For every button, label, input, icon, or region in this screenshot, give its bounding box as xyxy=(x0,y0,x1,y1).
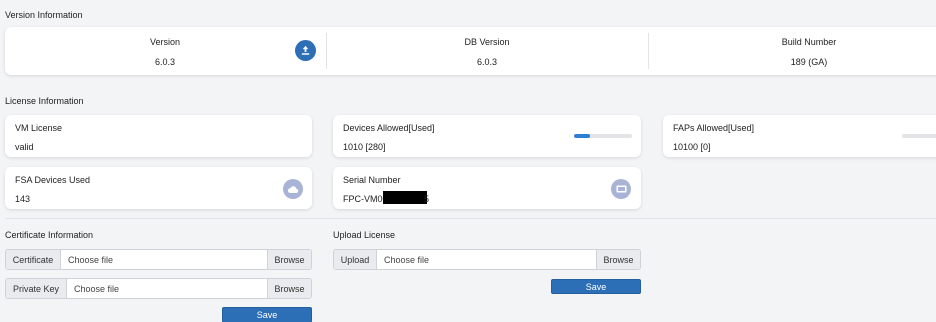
vm-license-value: valid xyxy=(15,142,34,152)
fsa-devices-card: FSA Devices Used 143 xyxy=(5,167,312,209)
build-number-label: Build Number xyxy=(781,37,837,47)
version-section-title: Version Information xyxy=(5,10,83,20)
upload-icon[interactable] xyxy=(295,40,316,61)
section-divider xyxy=(5,218,936,219)
license-save-button[interactable]: Save xyxy=(551,279,641,294)
devices-progress-fill xyxy=(574,134,591,138)
version-label: Version xyxy=(149,37,181,47)
version-value: 6.0.3 xyxy=(154,57,176,67)
upload-license-section-title: Upload License xyxy=(333,230,396,240)
private-key-browse-button[interactable]: Browse xyxy=(267,279,311,298)
certificate-file-input[interactable]: Certificate Choose file Browse xyxy=(5,249,312,270)
fsa-devices-label: FSA Devices Used xyxy=(15,175,91,185)
vm-license-card: VM License valid xyxy=(5,115,312,157)
certificate-section-title: Certificate Information xyxy=(5,230,94,240)
serial-number-suffix: 5 xyxy=(424,194,430,204)
devices-allowed-card: Devices Allowed[Used] 1010 [280] xyxy=(333,115,641,157)
devices-allowed-value: 1010 [280] xyxy=(343,142,386,152)
faps-progress-bar xyxy=(902,134,936,138)
faps-allowed-value: 10100 [0] xyxy=(673,142,711,152)
certificate-addon: Certificate xyxy=(6,250,61,269)
private-key-addon: Private Key xyxy=(6,279,67,298)
fsa-devices-value: 143 xyxy=(15,194,31,204)
db-version-value: 6.0.3 xyxy=(476,57,498,67)
device-icon[interactable] xyxy=(611,179,631,199)
devices-progress-bar xyxy=(574,134,632,138)
devices-allowed-label: Devices Allowed[Used] xyxy=(343,123,435,133)
upload-addon: Upload xyxy=(334,250,377,269)
license-browse-button[interactable]: Browse xyxy=(596,250,640,269)
license-file-text[interactable]: Choose file xyxy=(377,250,596,269)
serial-number-prefix: FPC-VM00 xyxy=(343,194,388,204)
serial-number-label: Serial Number xyxy=(343,175,401,185)
faps-allowed-card: FAPs Allowed[Used] 10100 [0] xyxy=(663,115,936,157)
serial-number-card: Serial Number FPC-VM00 5 xyxy=(333,167,641,209)
license-file-input[interactable]: Upload Choose file Browse xyxy=(333,249,641,270)
certificate-save-button[interactable]: Save xyxy=(222,307,312,322)
cloud-icon[interactable] xyxy=(283,179,303,199)
certificate-browse-button[interactable]: Browse xyxy=(267,250,311,269)
license-section-title: License Information xyxy=(5,96,84,106)
db-version-label: DB Version xyxy=(464,37,510,47)
faps-allowed-label: FAPs Allowed[Used] xyxy=(673,123,755,133)
vm-license-label: VM License xyxy=(15,123,63,133)
serial-redaction xyxy=(383,191,427,204)
version-card: Version 6.0.3 DB Version 6.0.3 Build Num… xyxy=(5,27,936,75)
certificate-file-text[interactable]: Choose file xyxy=(61,250,267,269)
private-key-file-text[interactable]: Choose file xyxy=(67,279,267,298)
build-number-value: 189 (GA) xyxy=(790,57,828,67)
private-key-file-input[interactable]: Private Key Choose file Browse xyxy=(5,278,312,299)
